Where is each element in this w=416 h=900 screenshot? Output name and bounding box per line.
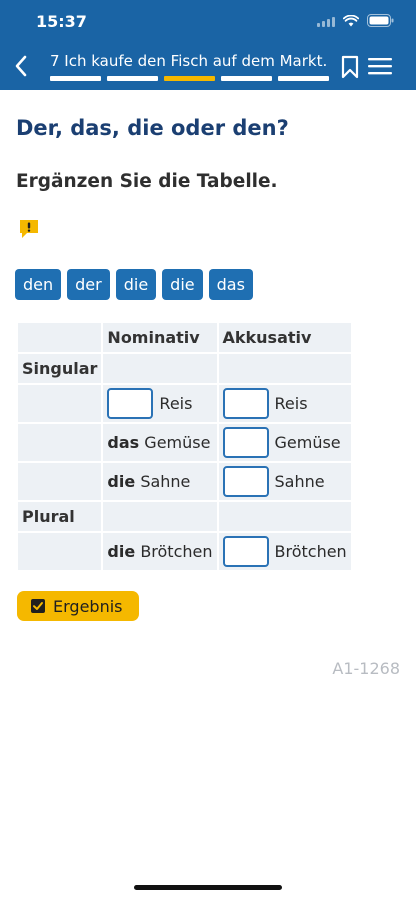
result-button-label: Ergebnis — [53, 596, 123, 616]
akkusativ-cell: Gemüse — [218, 424, 351, 461]
status-bar: 15:37 — [0, 0, 416, 44]
status-icons — [317, 14, 394, 27]
empty-cell — [18, 385, 102, 422]
word-chip[interactable]: die — [162, 269, 203, 300]
akkusativ-gap-field[interactable] — [222, 388, 269, 419]
progress-segment — [50, 76, 101, 81]
empty-cell — [18, 424, 102, 461]
empty-cell — [18, 463, 102, 500]
akkusativ-gap-field[interactable] — [222, 536, 269, 567]
article-text: das — [107, 433, 140, 452]
word-chip[interactable]: die — [115, 269, 157, 300]
table-row: Reis Reis — [18, 385, 351, 422]
singular-label: Singular — [18, 354, 102, 383]
empty-cell — [218, 502, 351, 531]
word-chip[interactable]: das — [208, 269, 253, 300]
nominativ-cell: Reis — [103, 385, 217, 422]
bookmark-icon[interactable] — [340, 55, 360, 79]
akkusativ-cell: Reis — [218, 385, 351, 422]
empty-cell — [103, 502, 217, 531]
table-header-row: Nominativ Akkusativ — [18, 323, 351, 352]
table-row: die Brötchen Brötchen — [18, 533, 351, 570]
nominativ-cell: die Brötchen — [103, 533, 217, 570]
nominativ-cell: die Sahne — [103, 463, 217, 500]
header-cell — [18, 323, 102, 352]
noun-text: Reis — [274, 394, 308, 413]
header-nominativ: Nominativ — [103, 323, 217, 352]
article-text: die — [107, 472, 136, 491]
word-chip[interactable]: der — [67, 269, 110, 300]
table-row: das Gemüse Gemüse — [18, 424, 351, 461]
akkusativ-cell: Sahne — [218, 463, 351, 500]
nominativ-cell: das Gemüse — [103, 424, 217, 461]
empty-cell — [103, 354, 217, 383]
word-bank: den der die die das — [15, 269, 253, 300]
back-chevron-icon[interactable] — [10, 52, 32, 80]
nav-title: 7 Ich kaufe den Fisch auf dem Markt. — [50, 52, 328, 70]
noun-text: Brötchen — [274, 542, 347, 561]
header-akkusativ: Akkusativ — [218, 323, 351, 352]
progress-segment — [221, 76, 272, 81]
progress-segment — [107, 76, 158, 81]
nav-bar: 7 Ich kaufe den Fisch auf dem Markt. — [0, 44, 416, 90]
nominativ-gap-field[interactable] — [107, 388, 154, 419]
akkusativ-gap-field[interactable] — [222, 466, 269, 497]
word-chip[interactable]: den — [15, 269, 62, 300]
checkbox-icon — [31, 599, 45, 613]
wifi-icon — [343, 14, 359, 27]
exercise-title: Der, das, die oder den? — [16, 116, 289, 140]
noun-text: Sahne — [140, 472, 191, 491]
noun-text: Brötchen — [140, 542, 213, 561]
progress-segment — [278, 76, 329, 81]
akkusativ-cell: Brötchen — [218, 533, 351, 570]
exercise-code: A1-1268 — [332, 659, 400, 678]
akkusativ-gap-field[interactable] — [222, 427, 269, 458]
lesson-progress — [50, 76, 329, 81]
exercise-instruction: Ergänzen Sie die Tabelle. — [16, 171, 278, 192]
article-text: die — [107, 542, 136, 561]
hamburger-menu-icon[interactable] — [368, 56, 392, 76]
empty-cell — [18, 533, 102, 570]
noun-text: Gemüse — [144, 433, 211, 452]
home-indicator[interactable] — [134, 885, 282, 890]
plural-label: Plural — [18, 502, 102, 531]
table-row: Singular — [18, 354, 351, 383]
noun-text: Sahne — [274, 472, 325, 491]
battery-icon — [367, 14, 394, 27]
table-row: die Sahne Sahne — [18, 463, 351, 500]
empty-cell — [218, 354, 351, 383]
signal-icon — [317, 15, 335, 27]
grammar-table: Nominativ Akkusativ Singular Reis Reis d… — [16, 321, 353, 572]
noun-text: Reis — [159, 394, 193, 413]
table-row: Plural — [18, 502, 351, 531]
hint-speech-bubble-icon[interactable] — [18, 218, 40, 240]
result-button[interactable]: Ergebnis — [17, 591, 139, 621]
progress-segment — [164, 76, 215, 81]
noun-text: Gemüse — [274, 433, 341, 452]
status-time: 15:37 — [36, 12, 87, 31]
